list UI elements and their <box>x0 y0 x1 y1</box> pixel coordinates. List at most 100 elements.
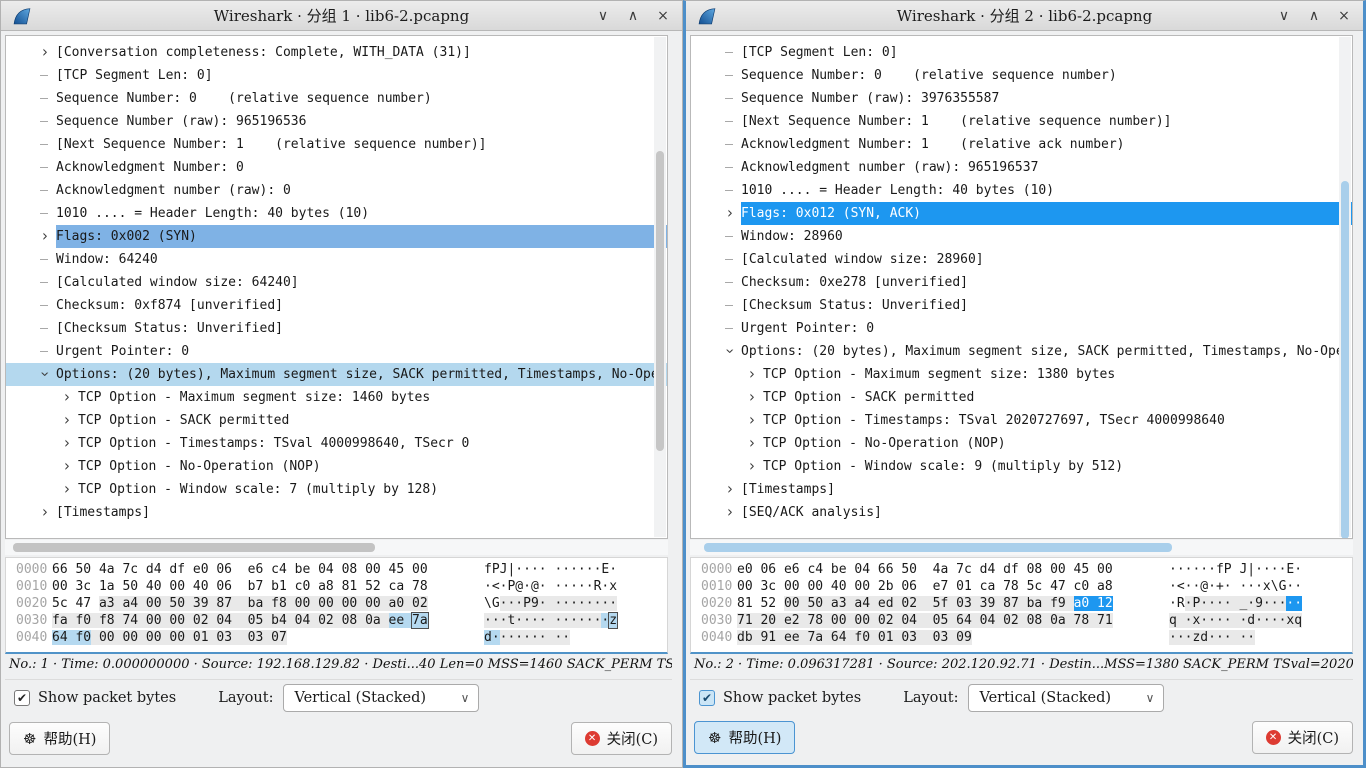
close-button[interactable]: ✕ 关闭(C) <box>1252 721 1353 754</box>
tree-row[interactable]: ›TCP Option - No-Operation (NOP) <box>691 432 1352 455</box>
packet-bytes-pane[interactable]: 000066 50 4a 7c d4 df e0 06 e6 c4 be 04 … <box>5 557 668 654</box>
tree-row[interactable]: Acknowledgment number (raw): 965196537 <box>691 156 1352 179</box>
packet-bytes-pane[interactable]: 0000e0 06 e6 c4 be 04 66 50 4a 7c d4 df … <box>690 557 1353 654</box>
tree-row[interactable]: [Next Sequence Number: 1 (relative seque… <box>691 110 1352 133</box>
hex-row[interactable]: 0030fa f0 f8 74 00 00 02 04 05 b4 04 02 … <box>6 613 667 630</box>
tree-row[interactable]: ›[SEQ/ACK analysis] <box>691 501 1352 524</box>
expand-arrow-icon[interactable]: › <box>747 390 763 406</box>
maximize-icon[interactable]: ∧ <box>624 8 642 24</box>
expand-arrow-icon[interactable]: › <box>62 436 78 452</box>
tree-row[interactable]: Sequence Number: 0 (relative sequence nu… <box>6 87 667 110</box>
tree-row[interactable]: ›TCP Option - Timestamps: TSval 40009986… <box>6 432 667 455</box>
tree-row[interactable]: [TCP Segment Len: 0] <box>691 41 1352 64</box>
show-packet-bytes-label[interactable]: Show packet bytes <box>723 690 861 706</box>
tree-row[interactable]: ›TCP Option - SACK permitted <box>6 409 667 432</box>
hex-row[interactable]: 0040db 91 ee 7a 64 f0 01 03 03 09···zd··… <box>691 630 1352 647</box>
tree-row[interactable]: ›Flags: 0x002 (SYN) <box>6 225 667 248</box>
tree-row[interactable]: ›TCP Option - No-Operation (NOP) <box>6 455 667 478</box>
close-button[interactable]: ✕ 关闭(C) <box>571 722 672 755</box>
expand-arrow-icon[interactable]: › <box>725 206 741 222</box>
show-packet-bytes-label[interactable]: Show packet bytes <box>38 690 176 706</box>
expand-arrow-icon[interactable]: › <box>40 229 56 245</box>
horizontal-scrollbar[interactable] <box>690 540 1353 555</box>
scrollbar-thumb[interactable] <box>13 543 375 552</box>
tree-row[interactable]: ›TCP Option - Window scale: 7 (multiply … <box>6 478 667 501</box>
expand-arrow-icon[interactable]: › <box>725 482 741 498</box>
tree-row[interactable]: [Checksum Status: Unverified] <box>691 294 1352 317</box>
expand-arrow-icon[interactable]: › <box>725 505 741 521</box>
hex-row[interactable]: 001000 3c 1a 50 40 00 40 06 b7 b1 c0 a8 … <box>6 579 667 596</box>
packet-detail-tree[interactable]: [TCP Segment Len: 0]Sequence Number: 0 (… <box>690 35 1353 539</box>
hex-row[interactable]: 0000e0 06 e6 c4 be 04 66 50 4a 7c d4 df … <box>691 562 1352 579</box>
tree-row[interactable]: [Calculated window size: 64240] <box>6 271 667 294</box>
expand-arrow-icon[interactable]: › <box>747 436 763 452</box>
tree-row[interactable]: Sequence Number (raw): 965196536 <box>6 110 667 133</box>
tree-row[interactable]: Urgent Pointer: 0 <box>6 340 667 363</box>
tree-row[interactable]: ›Options: (20 bytes), Maximum segment si… <box>6 363 667 386</box>
tree-row[interactable]: [Checksum Status: Unverified] <box>6 317 667 340</box>
expand-arrow-icon[interactable]: › <box>747 367 763 383</box>
tree-row[interactable]: ›TCP Option - Maximum segment size: 1380… <box>691 363 1352 386</box>
hex-row[interactable]: 002081 52 00 50 a3 a4 ed 02 5f 03 39 87 … <box>691 596 1352 613</box>
tree-row[interactable]: [Calculated window size: 28960] <box>691 248 1352 271</box>
expand-arrow-icon[interactable]: › <box>62 482 78 498</box>
scrollbar-thumb[interactable] <box>704 543 1172 552</box>
tree-row[interactable]: Acknowledgment Number: 1 (relative ack n… <box>691 133 1352 156</box>
tree-row[interactable]: ›[Timestamps] <box>691 478 1352 501</box>
expand-arrow-open-icon[interactable]: › <box>40 367 56 383</box>
horizontal-scrollbar[interactable] <box>5 540 668 555</box>
expand-arrow-icon[interactable]: › <box>62 390 78 406</box>
expand-arrow-icon[interactable]: › <box>40 45 56 61</box>
tree-row[interactable]: ›Options: (20 bytes), Maximum segment si… <box>691 340 1352 363</box>
tree-row[interactable]: Acknowledgment number (raw): 0 <box>6 179 667 202</box>
hex-row[interactable]: 00205c 47 a3 a4 00 50 39 87 ba f8 00 00 … <box>6 596 667 613</box>
tree-row[interactable]: Sequence Number (raw): 3976355587 <box>691 87 1352 110</box>
tree-row[interactable]: ›TCP Option - Maximum segment size: 1460… <box>6 386 667 409</box>
tree-row[interactable]: Acknowledgment Number: 0 <box>6 156 667 179</box>
tree-row[interactable]: ›TCP Option - Timestamps: TSval 20207276… <box>691 409 1352 432</box>
tree-row[interactable]: Urgent Pointer: 0 <box>691 317 1352 340</box>
tree-row[interactable]: ›TCP Option - Window scale: 9 (multiply … <box>691 455 1352 478</box>
tree-row[interactable]: Window: 28960 <box>691 225 1352 248</box>
expand-arrow-icon[interactable]: › <box>62 459 78 475</box>
expand-arrow-icon[interactable]: › <box>747 459 763 475</box>
show-packet-bytes-checkbox[interactable]: ✔ <box>14 690 30 706</box>
titlebar[interactable]: Wireshark · 分组 2 · lib6-2.pcapng ∨ ∧ × <box>686 1 1363 31</box>
tree-row[interactable]: [TCP Segment Len: 0] <box>6 64 667 87</box>
vertical-scrollbar[interactable] <box>654 37 666 537</box>
tree-row[interactable]: ›[Conversation completeness: Complete, W… <box>6 41 667 64</box>
expand-arrow-open-icon[interactable]: › <box>725 344 741 360</box>
layout-select[interactable]: Vertical (Stacked) ∨ <box>283 684 479 712</box>
titlebar[interactable]: Wireshark · 分组 1 · lib6-2.pcapng ∨ ∧ × <box>1 1 682 31</box>
scrollbar-thumb[interactable] <box>1341 181 1349 539</box>
expand-arrow-icon[interactable]: › <box>747 413 763 429</box>
tree-row[interactable]: Checksum: 0xf874 [unverified] <box>6 294 667 317</box>
packet-detail-tree[interactable]: ›[Conversation completeness: Complete, W… <box>5 35 668 539</box>
close-icon[interactable]: × <box>654 8 672 24</box>
help-button[interactable]: ☸ 帮助(H) <box>694 721 795 754</box>
tree-row[interactable]: ›[Timestamps] <box>6 501 667 524</box>
hex-row[interactable]: 001000 3c 00 00 40 00 2b 06 e7 01 ca 78 … <box>691 579 1352 596</box>
maximize-icon[interactable]: ∧ <box>1305 8 1323 24</box>
close-icon[interactable]: × <box>1335 8 1353 24</box>
tree-row[interactable]: [Next Sequence Number: 1 (relative seque… <box>6 133 667 156</box>
hex-row[interactable]: 004064 f0 00 00 00 00 01 03 03 07d······… <box>6 630 667 647</box>
tree-row[interactable]: ›TCP Option - SACK permitted <box>691 386 1352 409</box>
tree-row[interactable]: 1010 .... = Header Length: 40 bytes (10) <box>6 202 667 225</box>
tree-row[interactable]: Sequence Number: 0 (relative sequence nu… <box>691 64 1352 87</box>
expand-arrow-icon[interactable]: › <box>62 413 78 429</box>
tree-row[interactable]: 1010 .... = Header Length: 40 bytes (10) <box>691 179 1352 202</box>
expand-arrow-icon[interactable]: › <box>40 505 56 521</box>
minimize-icon[interactable]: ∨ <box>1275 8 1293 24</box>
tree-row[interactable]: Checksum: 0xe278 [unverified] <box>691 271 1352 294</box>
minimize-icon[interactable]: ∨ <box>594 8 612 24</box>
show-packet-bytes-checkbox[interactable]: ✔ <box>699 690 715 706</box>
scrollbar-thumb[interactable] <box>656 151 664 451</box>
tree-row[interactable]: Window: 64240 <box>6 248 667 271</box>
tree-row[interactable]: ›Flags: 0x012 (SYN, ACK) <box>691 202 1352 225</box>
help-button[interactable]: ☸ 帮助(H) <box>9 722 110 755</box>
layout-select[interactable]: Vertical (Stacked) ∨ <box>968 684 1164 712</box>
hex-row[interactable]: 003071 20 e2 78 00 00 02 04 05 64 04 02 … <box>691 613 1352 630</box>
vertical-scrollbar[interactable] <box>1339 37 1351 537</box>
hex-row[interactable]: 000066 50 4a 7c d4 df e0 06 e6 c4 be 04 … <box>6 562 667 579</box>
